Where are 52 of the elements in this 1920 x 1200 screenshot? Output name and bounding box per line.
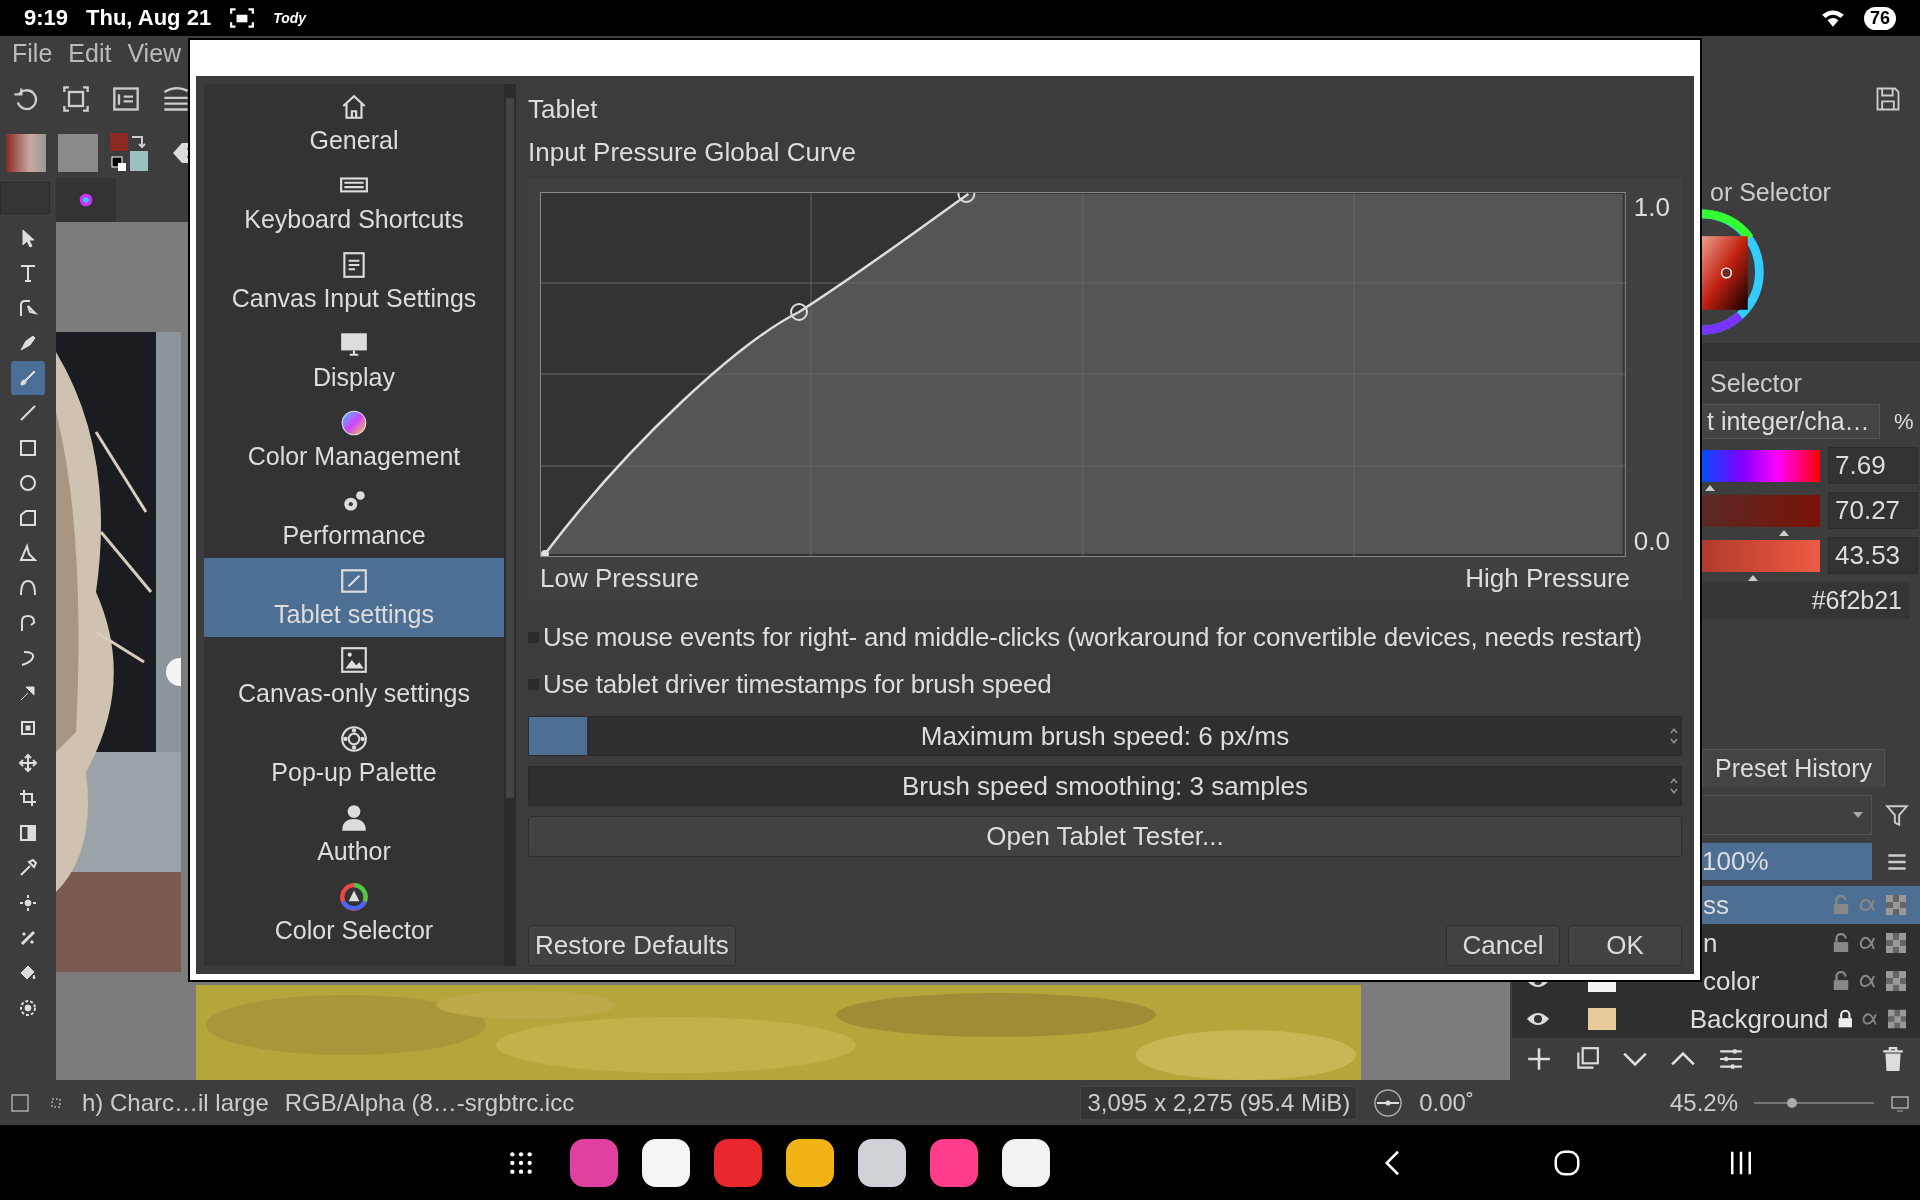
axis-label: High Pressure xyxy=(1465,563,1630,594)
settings-page-item[interactable]: Keyboard Shortcuts xyxy=(204,163,504,242)
settings-page-item[interactable]: Author xyxy=(204,795,504,874)
zoom-value: 45.2% xyxy=(1669,1088,1738,1117)
rotation-value: 0.00˚ xyxy=(1419,1088,1474,1117)
layer-name: ss xyxy=(1703,889,1730,921)
checkbox-label[interactable]: Use tablet driver timestamps for brush speed xyxy=(543,669,1052,700)
unit-label: % xyxy=(1894,408,1914,435)
channel-spinbox[interactable]: 43.53 xyxy=(1828,537,1918,574)
layer-row[interactable]: Background xyxy=(1512,1000,1920,1038)
open-tablet-tester-button[interactable]: Open Tablet Tester... xyxy=(528,816,1682,857)
app-label: Tody xyxy=(273,10,307,26)
restore-defaults-button[interactable]: Restore Defaults xyxy=(528,925,736,966)
checkbox-label[interactable]: Use mouse events for right- and middle-clicks (workaround for convertible devices, needs restart) xyxy=(543,622,1643,653)
settings-page-item[interactable]: Performance xyxy=(204,479,504,558)
color-model-dropdown[interactable]: t integer/cha… xyxy=(1700,404,1880,439)
cancel-button[interactable]: Cancel xyxy=(1446,925,1560,966)
battery-indicator: 76 xyxy=(1863,6,1896,30)
color-space-label: RGB/Alpha (8…-srgbtrc.icc xyxy=(284,1088,575,1117)
page-title: Tablet xyxy=(528,94,599,125)
settings-page-item[interactable]: Display xyxy=(204,321,504,400)
hex-field[interactable]: #6f2b21 xyxy=(1700,582,1910,619)
axis-label: 0.0 xyxy=(1633,526,1670,557)
axis-label: Low Pressure xyxy=(540,563,699,594)
axis-label: 1.0 xyxy=(1633,192,1670,223)
date-text: Thu, Aug 21 xyxy=(86,5,212,31)
settings-page-item[interactable]: Pop-up Palette xyxy=(204,716,504,795)
layer-name: color xyxy=(1703,965,1761,997)
ok-button[interactable]: OK xyxy=(1568,925,1682,966)
slider-spinbox[interactable]: Brush speed smoothing: 3 samples xyxy=(528,766,1682,806)
menu-item[interactable]: Edit xyxy=(68,38,112,68)
layer-name: n xyxy=(1703,927,1719,959)
opacity-value: 100% xyxy=(1702,846,1769,876)
channel-spinbox[interactable]: 70.27 xyxy=(1828,492,1918,529)
clock-time: 9:19 xyxy=(24,5,69,31)
layer-name: Background xyxy=(1689,1003,1829,1035)
settings-page-item[interactable]: Color Management xyxy=(204,400,504,479)
settings-page-item[interactable]: Canvas-only settings xyxy=(204,637,504,716)
preset-history-tab[interactable]: Preset History xyxy=(1702,749,1885,787)
slider-spinbox[interactable]: Maximum brush speed: 6 px/ms xyxy=(528,716,1682,756)
settings-page-item[interactable]: Color Selector xyxy=(204,874,504,953)
channel-spinbox[interactable]: 7.69 xyxy=(1828,447,1918,484)
image-size-label[interactable]: 3,095 x 2,275 (95.4 MiB) xyxy=(1080,1085,1358,1120)
panel-title: or Selector xyxy=(1709,178,1832,207)
settings-page-item[interactable]: General xyxy=(204,84,504,163)
section-title: Input Pressure Global Curve xyxy=(528,137,858,168)
document-name: h) Charc…il large xyxy=(82,1088,269,1117)
menu-item[interactable]: File xyxy=(12,38,53,68)
settings-page-item[interactable]: Canvas Input Settings xyxy=(204,242,504,321)
menu-item[interactable]: View xyxy=(127,38,182,68)
settings-page-item[interactable]: Tablet settings xyxy=(204,558,504,637)
panel-title: Selector xyxy=(1709,369,1803,398)
